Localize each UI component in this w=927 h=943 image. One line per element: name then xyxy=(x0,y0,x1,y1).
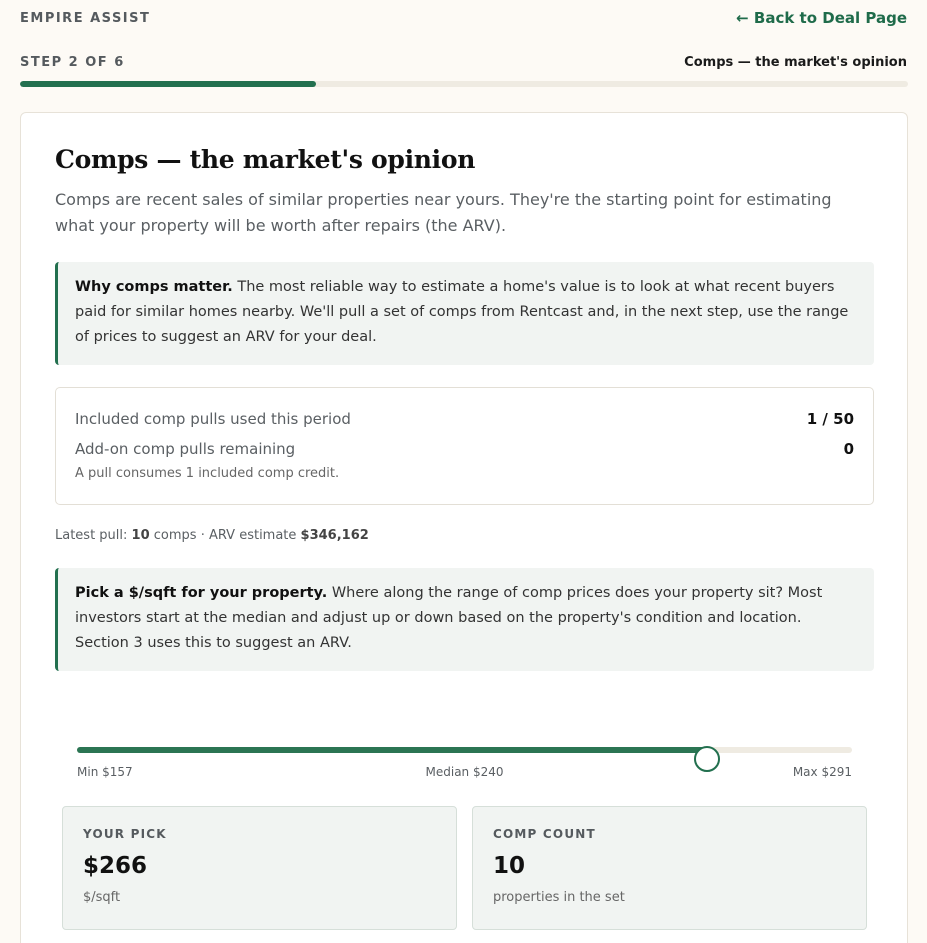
addon-pulls-label: Add-on comp pulls remaining xyxy=(75,440,296,458)
your-pick-label: YOUR PICK xyxy=(83,827,167,841)
your-pick-card: YOUR PICK $266 $/sqft xyxy=(62,806,457,930)
comp-count-card: COMP COUNT 10 properties in the set xyxy=(472,806,867,930)
brand-logo: EMPIRE ASSIST xyxy=(20,11,151,26)
comp-count-label: COMP COUNT xyxy=(493,827,596,841)
progress-bar-fill xyxy=(20,81,316,87)
back-to-deal-link[interactable]: ← Back to Deal Page xyxy=(736,9,907,27)
addon-pulls-row: Add-on comp pulls remaining 0 xyxy=(75,434,854,464)
credits-note: A pull consumes 1 included comp credit. xyxy=(75,466,340,481)
why-comps-callout: Why comps matter. The most reliable way … xyxy=(55,262,874,365)
latest-pull-summary: Latest pull: 10 comps · ARV estimate $34… xyxy=(55,528,369,543)
step-title: Comps — the market's opinion xyxy=(684,55,907,70)
comp-count-value: 10 xyxy=(493,853,526,879)
your-pick-value: $266 xyxy=(83,853,148,879)
pick-price-callout: Pick a $/sqft for your property. Where a… xyxy=(55,568,874,671)
comp-credits-panel: Included comp pulls used this period 1 /… xyxy=(55,387,874,505)
slider-track[interactable] xyxy=(77,746,852,772)
page-intro: Comps are recent sales of similar proper… xyxy=(55,190,832,235)
slider-labels: Min $157 Median $240 Max $291 xyxy=(77,765,852,781)
step-indicator: STEP 2 OF 6 xyxy=(20,55,125,70)
your-pick-unit: $/sqft xyxy=(83,890,121,905)
latest-mid: comps · ARV estimate xyxy=(149,528,301,543)
callout-heading: Why comps matter. xyxy=(75,279,233,295)
latest-arv-estimate: $346,162 xyxy=(300,528,369,543)
latest-prefix: Latest pull: xyxy=(55,528,132,543)
slider-min-label: Min $157 xyxy=(77,765,133,779)
comp-count-unit: properties in the set xyxy=(493,890,625,905)
slider-median-label: Median $240 xyxy=(425,765,504,779)
main-card: Comps — the market's opinion Comps are r… xyxy=(20,112,908,943)
included-pulls-label: Included comp pulls used this period xyxy=(75,410,351,428)
addon-pulls-value: 0 xyxy=(843,440,854,458)
callout-heading: Pick a $/sqft for your property. xyxy=(75,585,328,601)
included-pulls-row: Included comp pulls used this period 1 /… xyxy=(75,404,854,434)
included-pulls-value: 1 / 50 xyxy=(806,410,854,428)
progress-bar xyxy=(20,81,908,87)
page-title: Comps — the market's opinion xyxy=(55,145,476,174)
slider-max-label: Max $291 xyxy=(792,765,852,779)
slider-fill xyxy=(77,747,708,753)
latest-comp-count: 10 xyxy=(131,528,150,543)
